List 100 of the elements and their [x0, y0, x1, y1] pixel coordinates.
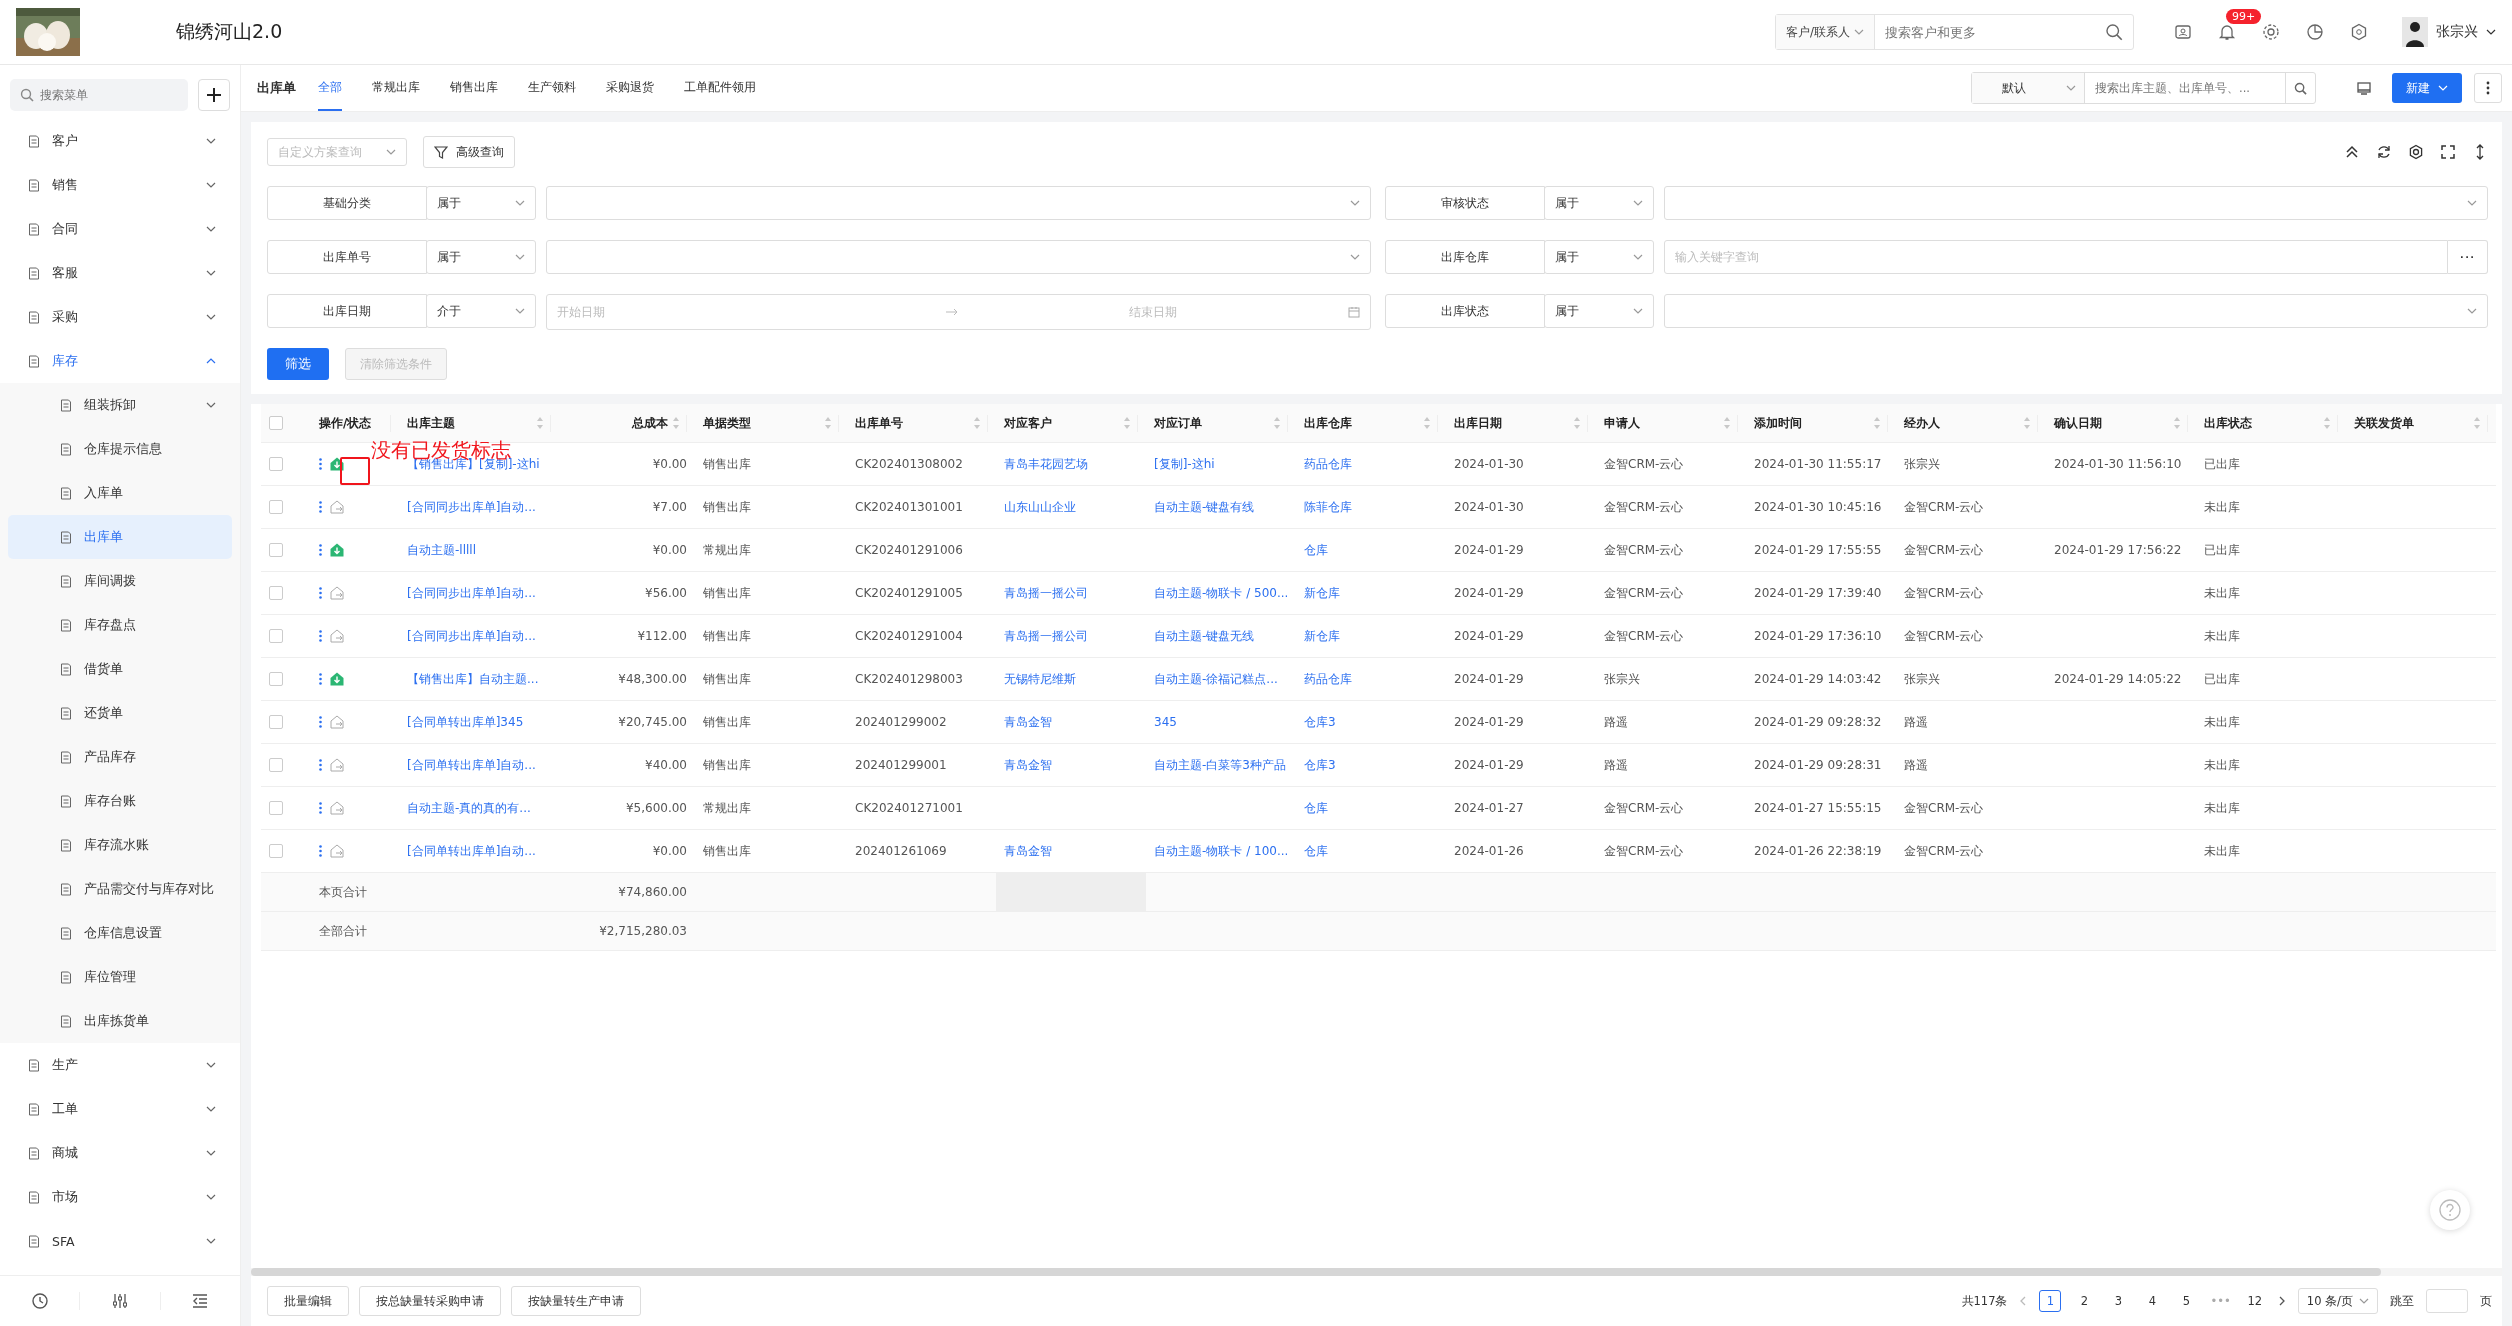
table-link[interactable]: 青岛金智	[1004, 714, 1052, 729]
operator-select[interactable]: 属于	[426, 240, 536, 274]
table-link[interactable]: 自动主题-徐福记糕点...	[1154, 671, 1278, 686]
table-link[interactable]: 新仓库	[1304, 628, 1340, 643]
sort-icon[interactable]	[1573, 416, 1581, 430]
advanced-search-button[interactable]: 高级查询	[423, 136, 515, 168]
table-link[interactable]: 青岛金智	[1004, 757, 1052, 772]
submenu-item[interactable]: 仓库信息设置	[8, 911, 232, 955]
search-icon[interactable]	[20, 88, 34, 102]
menu-item[interactable]: 库存	[0, 339, 240, 383]
table-link[interactable]: 【销售出库】自动主题...	[407, 671, 539, 686]
sort-icon[interactable]	[1723, 416, 1731, 430]
table-link[interactable]: 青岛摇一摇公司	[1004, 585, 1088, 600]
column-header[interactable]: 出库主题	[407, 414, 455, 432]
scrollbar[interactable]	[251, 1268, 2381, 1276]
action-button[interactable]: 批量编辑	[267, 1286, 349, 1316]
value-select[interactable]	[1663, 294, 2488, 328]
next-icon[interactable]	[2277, 1296, 2286, 1306]
column-header[interactable]: 对应客户	[1004, 414, 1052, 432]
settings-icon[interactable]	[2408, 144, 2424, 160]
table-link[interactable]: 自动主题-物联卡 / 100...	[1154, 843, 1289, 858]
table-link[interactable]: [合同单转出库单]自动...	[407, 757, 536, 772]
operator-select[interactable]: 属于	[1543, 240, 1654, 274]
action-button[interactable]: 按总缺量转采购申请	[359, 1286, 501, 1316]
row-checkbox[interactable]	[269, 500, 283, 514]
tab[interactable]: 全部	[318, 65, 342, 111]
sort-icon[interactable]	[2023, 416, 2031, 430]
column-header[interactable]: 确认日期	[2054, 414, 2102, 432]
sort-icon[interactable]	[1273, 416, 1281, 430]
table-link[interactable]: [合同同步出库单]自动...	[407, 628, 536, 643]
table-link[interactable]: 仓库3	[1304, 757, 1336, 772]
monitor-icon[interactable]	[2356, 80, 2372, 96]
page-size-select[interactable]: 10 条/页	[2297, 1288, 2378, 1314]
table-link[interactable]: 仓库3	[1304, 714, 1336, 729]
row-checkbox[interactable]	[269, 586, 283, 600]
sort-icon[interactable]	[1423, 416, 1431, 430]
row-checkbox[interactable]	[269, 801, 283, 815]
row-checkbox[interactable]	[269, 457, 283, 471]
submenu-item[interactable]: 借货单	[8, 647, 232, 691]
user-name[interactable]: 张宗兴	[2436, 23, 2478, 41]
filter-button[interactable]: 筛选	[267, 348, 329, 380]
table-link[interactable]: 仓库	[1304, 542, 1328, 557]
more-icon[interactable]	[319, 845, 322, 857]
more-button[interactable]: ···	[2448, 240, 2488, 274]
table-link[interactable]: 仓库	[1304, 800, 1328, 815]
submenu-item[interactable]: 库存流水账	[8, 823, 232, 867]
column-header[interactable]: 对应订单	[1154, 414, 1202, 432]
prev-icon[interactable]	[2019, 1296, 2028, 1306]
more-icon[interactable]	[319, 587, 322, 599]
row-checkbox[interactable]	[269, 844, 283, 858]
menu-item[interactable]: 客服	[0, 251, 240, 295]
column-header[interactable]: 添加时间	[1754, 414, 1802, 432]
menu-item[interactable]: 采购	[0, 295, 240, 339]
table-link[interactable]: 山东山山企业	[1004, 499, 1076, 514]
submenu-item[interactable]: 入库单	[8, 471, 232, 515]
table-link[interactable]: 仓库	[1304, 843, 1328, 858]
table-link[interactable]: 自动主题-键盘无线	[1154, 628, 1255, 643]
submenu-item[interactable]: 产品库存	[8, 735, 232, 779]
column-header[interactable]: 出库日期	[1454, 414, 1502, 432]
sort-icon[interactable]	[824, 416, 832, 430]
tab[interactable]: 常规出库	[372, 65, 420, 111]
sort-icon[interactable]	[536, 416, 544, 430]
tab[interactable]: 生产领料	[528, 65, 576, 111]
column-header[interactable]: 出库单号	[855, 414, 903, 432]
contact-icon[interactable]	[2174, 23, 2192, 41]
menu-item[interactable]: 合同	[0, 207, 240, 251]
more-button[interactable]	[2474, 73, 2502, 103]
value-select[interactable]	[546, 186, 1371, 220]
tab[interactable]: 工单配件领用	[684, 65, 756, 111]
more-icon[interactable]	[319, 630, 322, 642]
more-icon[interactable]	[319, 673, 322, 685]
table-link[interactable]: 自动主题-lllll	[407, 542, 476, 557]
page-button[interactable]: 12	[2243, 1290, 2266, 1312]
more-icon[interactable]	[319, 716, 322, 728]
sliders-icon[interactable]	[111, 1292, 129, 1310]
sort-icon[interactable]	[1123, 416, 1131, 430]
submenu-item[interactable]: 出库单	[8, 515, 232, 559]
more-icon[interactable]	[319, 458, 322, 470]
column-header[interactable]: 申请人	[1604, 414, 1640, 432]
global-search[interactable]: 客户/联系人 搜索客户和更多	[1774, 14, 2134, 50]
page-input[interactable]	[2426, 1289, 2468, 1313]
more-icon[interactable]	[319, 759, 322, 771]
sort-icon[interactable]	[973, 416, 981, 430]
operator-select[interactable]: 属于	[1543, 186, 1654, 220]
sort-icon[interactable]	[672, 416, 680, 430]
table-link[interactable]: 青岛金智	[1004, 843, 1052, 858]
operator-select[interactable]: 属于	[426, 186, 536, 220]
pie-chart-icon[interactable]	[2306, 23, 2324, 41]
table-link[interactable]: 自动主题-物联卡 / 500...	[1154, 585, 1289, 600]
menu-item[interactable]: 销售	[0, 163, 240, 207]
action-button[interactable]: 按缺量转生产申请	[511, 1286, 641, 1316]
menu-search-field[interactable]: 搜索菜单	[10, 79, 188, 111]
row-checkbox[interactable]	[269, 715, 283, 729]
submenu-item[interactable]: 仓库提示信息	[8, 427, 232, 471]
row-checkbox[interactable]	[269, 629, 283, 643]
scope-select[interactable]: 客户/联系人	[1775, 15, 1875, 49]
view-select[interactable]: 默认	[1972, 73, 2085, 103]
list-search[interactable]: 默认 搜索出库主题、出库单号、...	[1971, 72, 2316, 104]
search-icon[interactable]	[2294, 81, 2307, 95]
help-icon[interactable]	[2439, 1199, 2461, 1221]
